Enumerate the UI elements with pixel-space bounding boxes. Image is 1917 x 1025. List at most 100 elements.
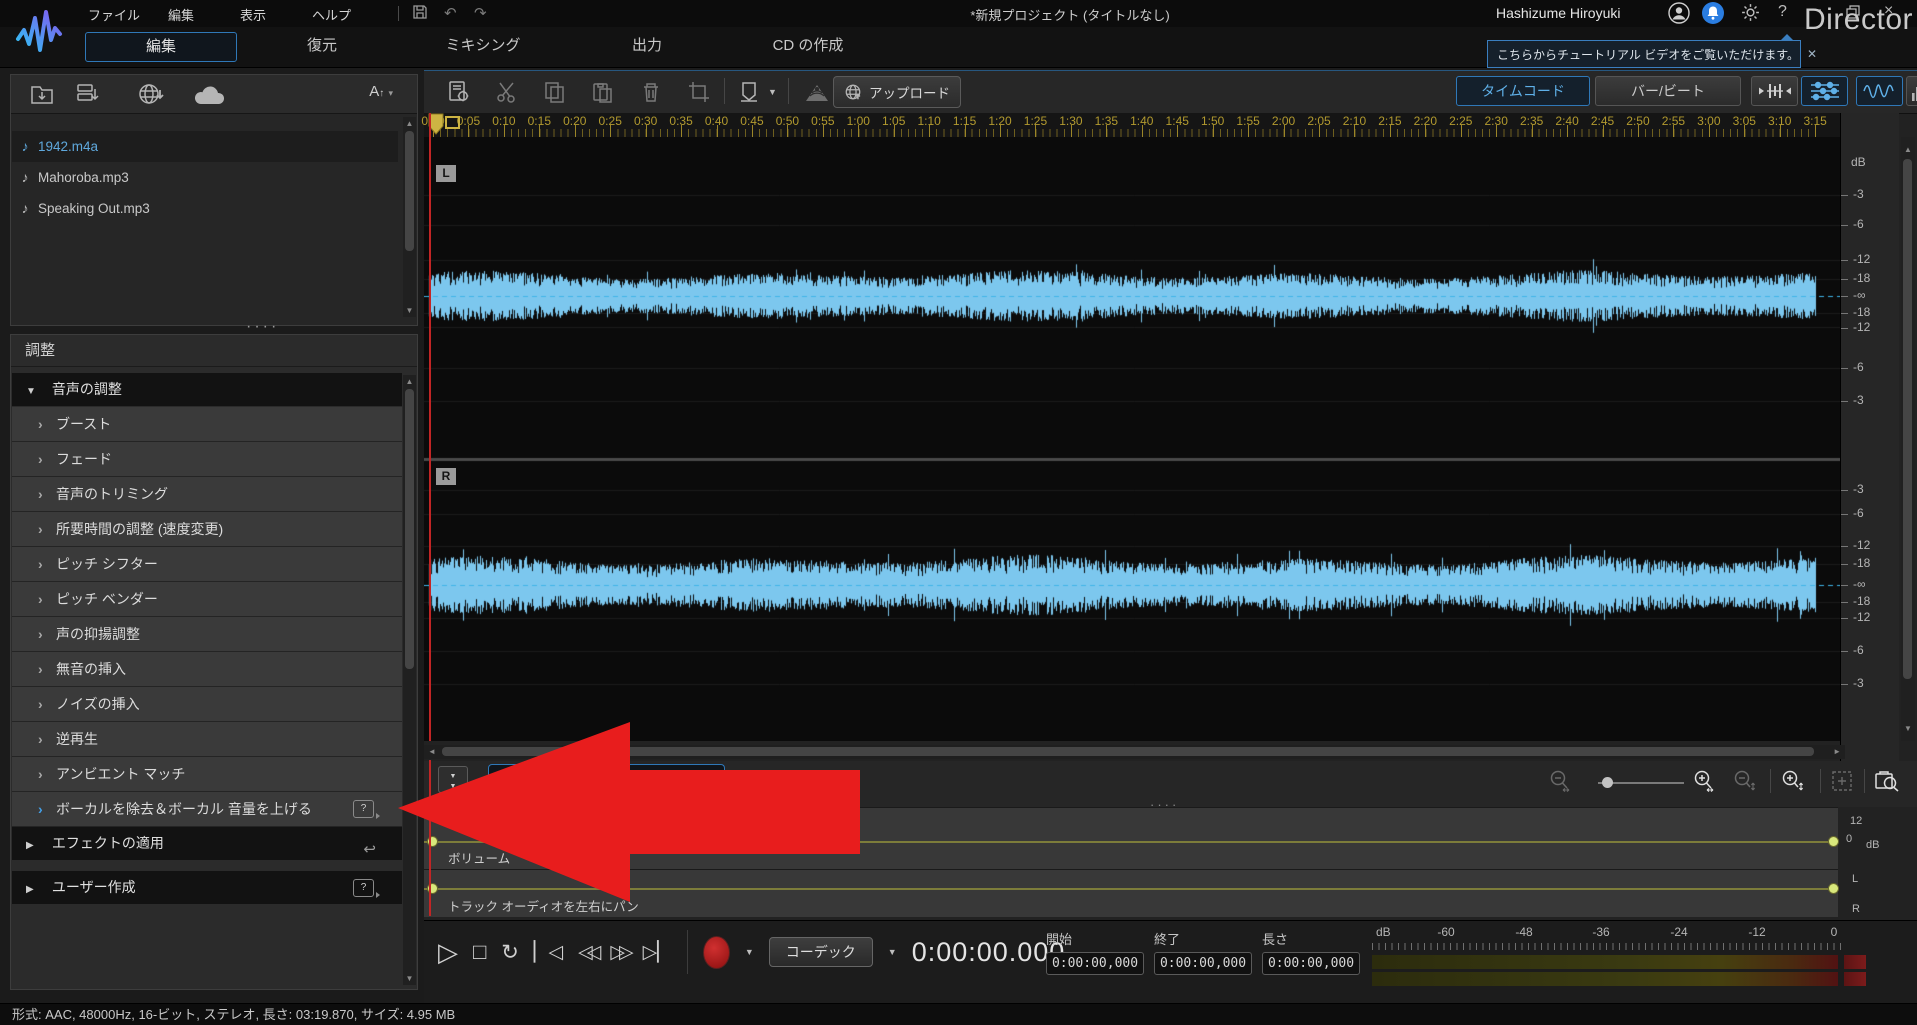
- playhead-marker-icon[interactable]: [428, 113, 464, 137]
- adjust-item[interactable]: ›逆再生: [12, 722, 402, 757]
- codec-button[interactable]: コーデック: [769, 937, 873, 967]
- account-icon[interactable]: [1668, 2, 1690, 24]
- go-to-end-button[interactable]: ▷▏: [643, 941, 672, 964]
- tooltip-close-icon[interactable]: ✕: [1799, 47, 1825, 61]
- save-icon[interactable]: [412, 4, 428, 20]
- tab-復元[interactable]: 復元: [247, 32, 397, 60]
- zoom-in-horizontal-icon[interactable]: [1692, 769, 1718, 793]
- volume-keyframe-dot[interactable]: [1828, 836, 1839, 847]
- zoom-select-icon[interactable]: [1874, 769, 1900, 793]
- menu-1[interactable]: 編集: [168, 5, 194, 24]
- bar-beat-toggle[interactable]: バー/ビート: [1595, 76, 1741, 106]
- record-button[interactable]: [703, 936, 730, 969]
- range-field-value[interactable]: 0:00:00,000: [1046, 952, 1144, 975]
- pan-keyframe-dot[interactable]: [1828, 883, 1839, 894]
- stop-button[interactable]: □: [473, 939, 486, 965]
- redo-icon[interactable]: ↷: [474, 4, 487, 22]
- playhead-line[interactable]: [429, 113, 431, 741]
- zoom-out-vertical-icon[interactable]: [1732, 769, 1756, 793]
- rewind-button[interactable]: ◁◁: [578, 941, 595, 964]
- download-from-web-icon[interactable]: [137, 81, 165, 107]
- zoom-in-vertical-icon[interactable]: [1780, 769, 1804, 793]
- section-apply-effects[interactable]: ▶ エフェクトの適用 ↩: [12, 827, 402, 860]
- adjust-item-label: ピッチ ベンダー: [56, 591, 158, 607]
- notification-bell-icon[interactable]: [1702, 2, 1724, 24]
- file-row[interactable]: ♪Mahoroba.mp3: [12, 162, 398, 193]
- text-size-letter: A: [369, 83, 379, 100]
- adjust-item[interactable]: ›ピッチ ベンダー: [12, 582, 402, 617]
- help-badge[interactable]: ?: [353, 800, 374, 818]
- fast-forward-button[interactable]: ▷▷: [610, 941, 627, 964]
- section-user-created[interactable]: ▶ ユーザー作成 ?: [12, 871, 402, 904]
- play-button[interactable]: ▷: [438, 937, 458, 968]
- marker-caret-icon[interactable]: ▼: [768, 87, 777, 97]
- adjust-item[interactable]: ›ノイズの挿入: [12, 687, 402, 722]
- music-note-icon: ♪: [12, 131, 38, 162]
- waveform-view-icon[interactable]: [1856, 76, 1903, 106]
- waveform-horizontal-scrollbar[interactable]: ◄ ►: [424, 745, 1845, 759]
- adjust-item[interactable]: ›音声のトリミング: [12, 477, 402, 512]
- tab-ミキシング[interactable]: ミキシング: [408, 32, 558, 60]
- cloud-icon[interactable]: [193, 84, 227, 106]
- adjust-scrollbar[interactable]: ▲ ▼: [403, 375, 416, 985]
- cut-icon[interactable]: [494, 79, 520, 105]
- adjust-item[interactable]: ›ボーカルを除去＆ボーカル 音量を上げる?: [12, 792, 402, 827]
- adjust-item[interactable]: ›無音の挿入: [12, 652, 402, 687]
- section-audio-adjust[interactable]: ▼ 音声の調整: [12, 373, 402, 406]
- settings-gear-icon[interactable]: [1740, 2, 1761, 23]
- spectrum-view-icon[interactable]: [1906, 76, 1917, 106]
- import-file-icon[interactable]: [29, 81, 55, 107]
- range-field-value[interactable]: 0:00:00,000: [1262, 952, 1360, 975]
- trim-icon[interactable]: [686, 79, 712, 105]
- timeline-tick: [575, 125, 576, 137]
- pan-keyframe-line[interactable]: [424, 888, 1834, 890]
- properties-icon[interactable]: [446, 79, 472, 105]
- stretch-view-icon[interactable]: [1751, 76, 1798, 106]
- adjust-item[interactable]: ›声の抑揚調整: [12, 617, 402, 652]
- marker-icon[interactable]: [738, 79, 760, 105]
- help-icon[interactable]: ?: [1778, 3, 1787, 21]
- reset-icon[interactable]: ↩: [363, 833, 376, 866]
- menu-0[interactable]: ファイル: [88, 5, 140, 24]
- tab-編集[interactable]: 編集: [85, 32, 237, 62]
- range-field-value[interactable]: 0:00:00,000: [1154, 952, 1252, 975]
- adjust-item[interactable]: ›アンビエント マッチ: [12, 757, 402, 792]
- loop-button[interactable]: ↻: [501, 940, 519, 965]
- timeline-ruler[interactable]: 0:000:050:100:150:200:250:300:350:400:45…: [424, 113, 1845, 137]
- adjust-item[interactable]: ›所要時間の調整 (速度変更): [12, 512, 402, 547]
- tab-CD の作成[interactable]: CD の作成: [733, 32, 883, 60]
- text-size-tool[interactable]: A↑ ▾: [369, 83, 393, 100]
- zoom-out-horizontal-icon[interactable]: [1548, 769, 1574, 793]
- codec-caret-icon[interactable]: ▼: [888, 947, 897, 957]
- menu-3[interactable]: ヘルプ: [312, 5, 351, 24]
- delete-icon[interactable]: [638, 79, 664, 105]
- tab-出力[interactable]: 出力: [572, 32, 722, 60]
- file-row[interactable]: ♪1942.m4a: [12, 131, 398, 162]
- waveform-display[interactable]: L R: [424, 137, 1845, 741]
- adjust-item[interactable]: ›フェード: [12, 442, 402, 477]
- zoom-slider-knob[interactable]: [1602, 777, 1613, 788]
- surround-icon[interactable]: [802, 79, 832, 105]
- pan-track[interactable]: トラック オーディオを左右にパン: [424, 869, 1838, 917]
- record-caret-icon[interactable]: ▼: [745, 947, 754, 957]
- user-name[interactable]: Hashizume Hiroyuki: [1496, 5, 1620, 21]
- paste-icon[interactable]: [590, 79, 616, 105]
- adjust-item[interactable]: ›ブースト: [12, 407, 402, 442]
- timecode-toggle[interactable]: タイムコード: [1456, 76, 1590, 106]
- library-scrollbar[interactable]: ▲ ▼: [403, 117, 416, 317]
- fit-view-icon[interactable]: [1830, 769, 1854, 793]
- upload-button[interactable]: アップロード: [833, 76, 961, 108]
- help-badge[interactable]: ?: [353, 879, 374, 897]
- menu-2[interactable]: 表示: [240, 5, 266, 24]
- copy-icon[interactable]: [542, 79, 568, 105]
- keyframe-view-icon[interactable]: [1801, 76, 1848, 106]
- go-to-start-button[interactable]: ▏◁: [534, 941, 563, 964]
- waveform-vertical-scrollbar[interactable]: ▲ ▼: [1901, 137, 1915, 741]
- clip-indicator-left[interactable]: [1844, 955, 1866, 969]
- import-playlist-icon[interactable]: [75, 81, 101, 107]
- undo-icon[interactable]: ↶: [444, 4, 457, 22]
- db-scale-tick: [1841, 546, 1848, 547]
- adjust-item[interactable]: ›ピッチ シフター: [12, 547, 402, 582]
- file-row[interactable]: ♪Speaking Out.mp3: [12, 193, 398, 224]
- clip-indicator-right[interactable]: [1844, 972, 1866, 986]
